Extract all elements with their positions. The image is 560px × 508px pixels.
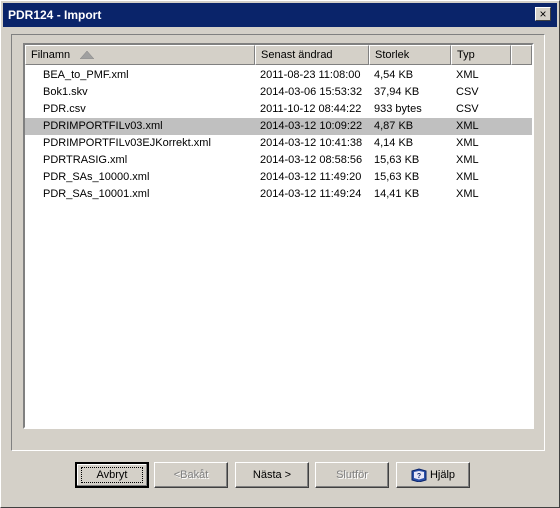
file-row[interactable]: BEA_to_PMF.xml 2011-08-23 11:08:00 4,54 KB…: [25, 67, 532, 84]
file-type: XML: [456, 69, 479, 81]
file-size: 933 bytes: [374, 103, 422, 115]
help-button-label: Hjälp: [429, 469, 456, 481]
file-size: 14,41 KB: [374, 188, 420, 200]
cancel-button[interactable]: Avbryt: [75, 462, 149, 488]
file-type: CSV: [456, 86, 479, 98]
file-size: 37,94 KB: [374, 86, 420, 98]
column-header-filename[interactable]: Filnamn: [25, 45, 255, 65]
import-dialog: PDR124 - Import × Filnamn Senast ändrad …: [0, 0, 560, 508]
file-name: PDRTRASIG.xml: [43, 154, 128, 166]
file-name: PDR_SAs_10001.xml: [43, 188, 150, 200]
column-header-modified[interactable]: Senast ändrad: [255, 45, 369, 65]
title-bar: PDR124 - Import ×: [3, 3, 557, 27]
file-row[interactable]: PDRIMPORTFILv03EJKorrekt.xml 2014-03-12 1…: [25, 135, 532, 152]
finish-button[interactable]: Slutför: [315, 462, 389, 488]
file-type: XML: [456, 137, 479, 149]
file-name: PDRIMPORTFILv03.xml: [43, 120, 163, 132]
column-header-size[interactable]: Storlek: [369, 45, 451, 65]
file-size: 15,63 KB: [374, 171, 420, 183]
back-button-label: <Bakåt: [173, 469, 209, 481]
file-modified: 2014-03-12 11:49:20: [260, 171, 362, 183]
file-type: CSV: [456, 103, 479, 115]
file-modified: 2011-10-12 08:44:22: [260, 103, 362, 115]
finish-button-label: Slutför: [336, 469, 368, 481]
file-type: XML: [456, 188, 479, 200]
help-book-icon: ?: [411, 468, 427, 483]
column-label-type: Typ: [457, 49, 475, 61]
file-name: BEA_to_PMF.xml: [43, 69, 129, 81]
focus-rect: [81, 467, 143, 483]
svg-text:?: ?: [417, 473, 421, 480]
file-modified: 2014-03-12 10:09:22: [260, 120, 363, 132]
file-row[interactable]: PDRTRASIG.xml 2014-03-12 08:58:56 15,63 KB…: [25, 152, 532, 169]
file-row[interactable]: PDRIMPORTFILv03.xml 2014-03-12 10:09:22 4,…: [25, 118, 532, 135]
file-modified: 2011-08-23 11:08:00: [260, 69, 361, 81]
file-modified: 2014-03-06 15:53:32: [260, 86, 363, 98]
file-type: XML: [456, 120, 479, 132]
file-type: XML: [456, 154, 479, 166]
next-button[interactable]: Nästa >: [235, 462, 309, 488]
close-icon[interactable]: ×: [535, 7, 551, 21]
back-button[interactable]: <Bakåt: [154, 462, 228, 488]
file-name: PDR_SAs_10000.xml: [43, 171, 150, 183]
column-label-filename: Filnamn: [31, 49, 71, 61]
file-name: PDR.csv: [43, 103, 86, 115]
file-name: PDRIMPORTFILv03EJKorrekt.xml: [43, 137, 211, 149]
file-row[interactable]: Bok1.skv 2014-03-06 15:53:32 37,94 KB CSV: [25, 84, 532, 101]
window-title: PDR124 - Import: [8, 8, 102, 22]
sort-ascending-icon: [80, 51, 94, 59]
file-list[interactable]: Filnamn Senast ändrad Storlek Typ BEA_to…: [23, 43, 534, 429]
column-header-type[interactable]: Typ: [451, 45, 511, 65]
file-row[interactable]: PDR.csv 2011-10-12 08:44:22 933 bytes CSV: [25, 101, 532, 118]
file-size: 15,63 KB: [374, 154, 420, 166]
file-row[interactable]: PDR_SAs_10001.xml 2014-03-12 11:49:24 14,4…: [25, 186, 532, 203]
file-size: 4,87 KB: [374, 120, 414, 132]
file-size: 4,54 KB: [374, 69, 414, 81]
column-label-modified: Senast ändrad: [261, 49, 333, 61]
file-type: XML: [456, 171, 479, 183]
file-modified: 2014-03-12 11:49:24: [260, 188, 362, 200]
file-modified: 2014-03-12 10:41:38: [260, 137, 363, 149]
file-modified: 2014-03-12 08:58:56: [260, 154, 363, 166]
help-button[interactable]: ? Hjälp: [396, 462, 470, 488]
file-row[interactable]: PDR_SAs_10000.xml 2014-03-12 11:49:20 15,6…: [25, 169, 532, 186]
column-label-size: Storlek: [375, 49, 410, 61]
next-button-label: Nästa >: [252, 469, 292, 481]
file-size: 4,14 KB: [374, 137, 414, 149]
column-header-filler: [511, 45, 532, 65]
file-name: Bok1.skv: [43, 86, 88, 98]
